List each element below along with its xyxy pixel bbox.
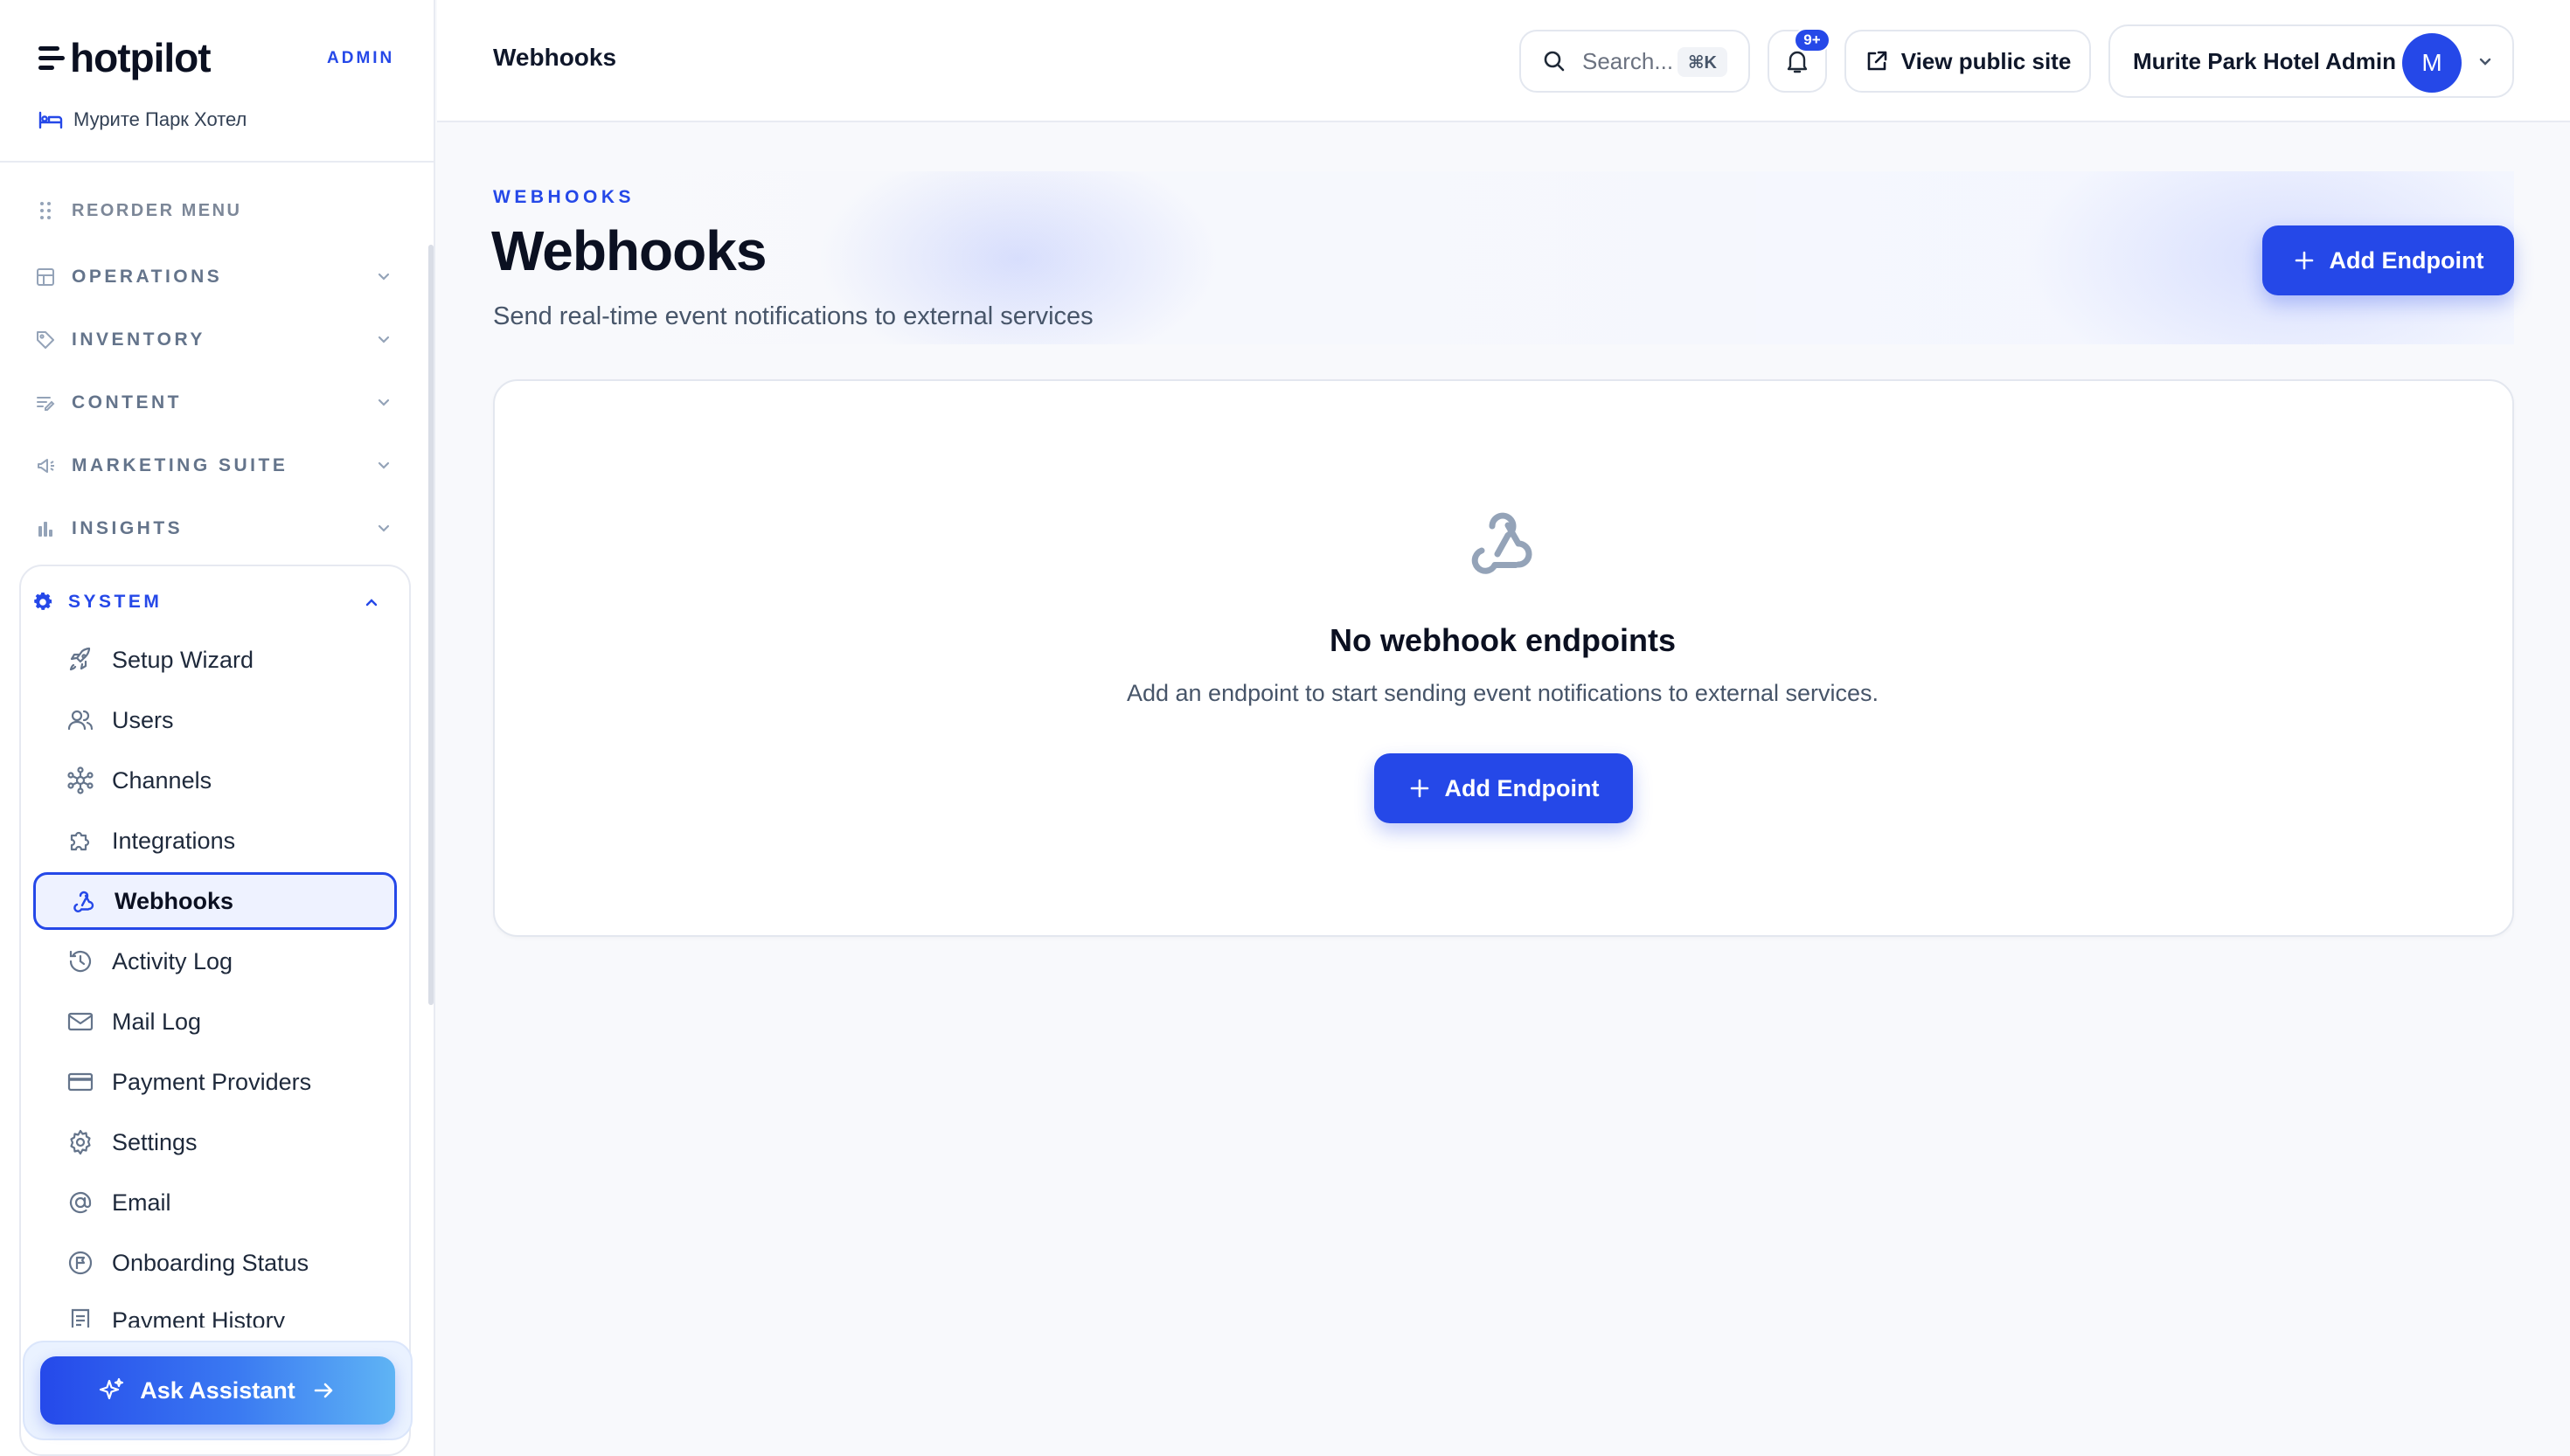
hotel-switcher[interactable]: Мурите Парк Хотел (38, 108, 247, 131)
flag-circle-icon (68, 1251, 93, 1275)
empty-state-description: Add an endpoint to start sending event n… (1126, 680, 1879, 706)
sidebar-item-label: Email (112, 1189, 171, 1216)
sidebar-item-payment-history[interactable]: Payment History (33, 1294, 397, 1328)
ask-assistant-label: Ask Assistant (140, 1376, 295, 1404)
notifications-badge: 9+ (1794, 28, 1830, 52)
sidebar-item-onboarding-status[interactable]: Onboarding Status (33, 1234, 397, 1292)
brand-logo[interactable]: hotpilot (38, 31, 212, 84)
sparkles-icon (100, 1377, 124, 1400)
sidebar-item-email[interactable]: Email (33, 1174, 397, 1231)
search-placeholder: Search... (1582, 47, 1674, 74)
sidebar-item-label: Mail Log (112, 1008, 202, 1035)
hotel-name: Мурите Парк Хотел (73, 108, 247, 130)
nav-section-insights[interactable]: INSIGHTS (35, 509, 393, 549)
chevron-down-icon (378, 524, 390, 532)
sidebar-item-activity-log[interactable]: Activity Log (33, 933, 397, 990)
credit-card-icon (67, 1072, 94, 1092)
empty-state-title: No webhook endpoints (1330, 622, 1676, 658)
history-icon (69, 950, 92, 973)
at-sign-icon (69, 1191, 92, 1214)
add-endpoint-button[interactable]: Add Endpoint (2262, 225, 2514, 295)
page-eyebrow: WEBHOOKS (493, 187, 635, 207)
gear-icon (34, 592, 52, 610)
puzzle-icon (70, 831, 90, 851)
user-name: Murite Park Hotel Admin (2133, 47, 2396, 74)
sidebar-item-label: Integrations (112, 827, 236, 854)
nav-section-label: CONTENT (72, 392, 182, 413)
reorder-menu-button[interactable]: REORDER MENU (35, 191, 393, 231)
sidebar-item-label: Onboarding Status (112, 1249, 309, 1276)
add-endpoint-label: Add Endpoint (1444, 774, 1600, 801)
plus-icon (1410, 779, 1428, 798)
nav-section-label: SYSTEM (68, 592, 163, 612)
chevron-down-icon (378, 461, 390, 469)
tag-icon (35, 329, 56, 350)
page-subtitle: Send real-time event notifications to ex… (493, 302, 1094, 330)
reorder-menu-label: REORDER MENU (72, 200, 242, 220)
nav-section-system[interactable]: SYSTEM (31, 580, 381, 624)
network-icon (67, 766, 94, 794)
search-input[interactable]: Search... ⌘K (1519, 30, 1750, 93)
sidebar-item-label: Webhooks (115, 887, 234, 914)
page-title: Webhooks (491, 219, 767, 282)
mail-icon (67, 1012, 94, 1031)
arrow-right-icon (314, 1383, 333, 1398)
sidebar-item-label: Settings (112, 1128, 198, 1155)
bar-chart-icon (35, 518, 56, 539)
sidebar-item-label: Payment History (112, 1307, 286, 1328)
admin-tag: ADMIN (327, 49, 395, 67)
plus-icon (2295, 251, 2313, 270)
sidebar-item-mail-log[interactable]: Mail Log (33, 993, 397, 1050)
sidebar-item-webhooks[interactable]: Webhooks (33, 872, 397, 930)
chevron-down-icon (378, 273, 390, 281)
search-icon (1544, 51, 1565, 72)
nav-section-marketing-suite[interactable]: MARKETING SUITE (35, 446, 393, 486)
avatar: M (2402, 33, 2462, 93)
receipt-icon (71, 1308, 90, 1328)
chevron-up-icon (365, 599, 378, 607)
gear-icon (70, 1129, 91, 1155)
brand-name: hotpilot (70, 35, 212, 80)
nav-section-label: INVENTORY (72, 329, 205, 350)
nav-section-label: OPERATIONS (72, 267, 223, 287)
sidebar-item-settings[interactable]: Settings (33, 1113, 397, 1171)
sidebar-item-label: Users (112, 706, 174, 733)
sidebar-item-integrations[interactable]: Integrations (33, 812, 397, 870)
search-shortcut-badge: ⌘K (1677, 47, 1727, 77)
add-endpoint-label: Add Endpoint (2329, 246, 2484, 274)
sidebar-item-label: Channels (112, 766, 212, 794)
chevron-down-icon (378, 336, 390, 343)
webhook-icon (73, 891, 94, 912)
external-link-icon (1867, 51, 1887, 71)
drag-handle-icon (35, 200, 56, 221)
megaphone-icon (35, 455, 56, 476)
sidebar-item-channels[interactable]: Channels (33, 752, 397, 809)
users-icon (67, 710, 94, 731)
nav-section-label: MARKETING SUITE (72, 455, 288, 475)
webhook-icon (1471, 512, 1532, 574)
nav-section-inventory[interactable]: INVENTORY (35, 320, 393, 360)
view-public-site-label: View public site (1900, 47, 2072, 74)
empty-state-add-endpoint-button[interactable]: Add Endpoint (1374, 753, 1633, 823)
user-menu[interactable]: Murite Park Hotel Admin M (2108, 24, 2514, 98)
nav-section-label: INSIGHTS (72, 518, 184, 538)
nav-section-operations[interactable]: OPERATIONS (35, 257, 393, 297)
sidebar-item-label: Payment Providers (112, 1068, 312, 1095)
chevron-down-icon (2479, 58, 2491, 66)
sidebar-item-payment-providers[interactable]: Payment Providers (33, 1053, 397, 1111)
sidebar-item-label: Activity Log (112, 947, 233, 974)
nav-section-content[interactable]: CONTENT (35, 383, 393, 423)
bed-icon (38, 111, 63, 129)
sidebar-divider (0, 161, 434, 163)
layout-icon (35, 267, 56, 288)
content-icon (35, 392, 56, 413)
chevron-down-icon (378, 399, 390, 406)
ask-assistant-button[interactable]: Ask Assistant (40, 1356, 395, 1425)
logo-mark-icon (38, 45, 65, 70)
page-breadcrumb-title: Webhooks (493, 44, 617, 71)
view-public-site-button[interactable]: View public site (1844, 30, 2091, 93)
